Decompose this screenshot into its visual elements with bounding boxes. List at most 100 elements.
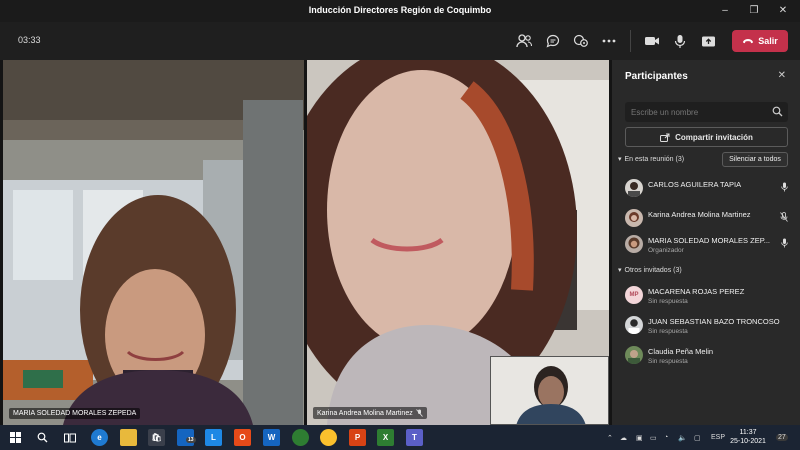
leave-button[interactable]: Salir <box>732 30 788 52</box>
invitee-row[interactable]: Claudia Peña Melin Sin respuesta <box>625 344 790 368</box>
chevron-down-icon: ▾ <box>618 156 622 163</box>
system-clock[interactable]: 11:37 25-10-2021 <box>730 428 766 446</box>
app-l-icon[interactable]: L <box>205 429 222 446</box>
invitee-status: Sin respuesta <box>648 298 688 305</box>
avatar <box>625 179 643 197</box>
chat-icon <box>546 34 560 48</box>
language-indicator[interactable]: ESP <box>711 434 725 441</box>
maximize-button[interactable]: ❐ <box>743 2 765 20</box>
volume-icon[interactable]: 🔈 <box>678 434 687 442</box>
breakout-rooms-button[interactable] <box>571 31 591 51</box>
chrome-profile-icon[interactable] <box>320 429 337 446</box>
tray-app-icon[interactable]: ▣ <box>636 434 643 442</box>
participant-search <box>625 102 788 123</box>
invitee-row[interactable]: JUAN SEBASTIAN BAZO TRONCOSO Sin respues… <box>625 314 790 338</box>
in-meeting-section-label: En esta reunión (3) <box>624 155 685 163</box>
windows-taskbar: e 🛍 13 L O W P X T ⌃ ☁ ▣ ▭ ◔ 🔈 ▢ ESP 11:… <box>0 425 800 450</box>
video-tile-karina[interactable]: Karina Andrea Molina Martinez <box>307 60 609 425</box>
start-button[interactable] <box>7 429 24 446</box>
store-icon[interactable]: 🛍 <box>148 429 165 446</box>
self-view-video[interactable] <box>490 356 609 425</box>
windows-logo-icon <box>10 432 21 443</box>
close-panel-button[interactable]: ✕ <box>778 70 786 81</box>
taskbar-search-button[interactable] <box>34 429 51 446</box>
invitee-status: Sin respuesta <box>648 328 688 335</box>
share-invite-button[interactable]: Compartir invitación <box>625 127 788 147</box>
notification-badge[interactable]: 27 <box>776 434 788 441</box>
avatar <box>625 316 643 334</box>
cloud-icon[interactable]: ☁ <box>620 434 627 442</box>
battery-icon[interactable]: ▭ <box>650 434 657 442</box>
hang-up-icon <box>743 39 754 44</box>
camera-button[interactable] <box>642 31 662 51</box>
name-tag-maria: MARIA SOLEDAD MORALES ZEPEDA <box>9 408 141 419</box>
participant-row[interactable]: Karina Andrea Molina Martinez <box>625 207 790 231</box>
search-icon <box>37 432 48 443</box>
invitee-name: Claudia Peña Melin <box>648 347 714 356</box>
network-icon[interactable]: ◔ <box>664 434 668 441</box>
more-actions-button[interactable] <box>599 31 619 51</box>
mic-muted-icon <box>780 212 788 222</box>
self-view-feed <box>491 357 608 424</box>
meeting-timer: 03:33 <box>18 35 41 45</box>
microphone-button[interactable] <box>670 31 690 51</box>
task-view-button[interactable] <box>61 429 78 446</box>
invitee-name: MACARENA ROJAS PEREZ <box>648 287 745 296</box>
window-titlebar: Inducción Directores Región de Coquimbo … <box>0 0 800 22</box>
breakout-rooms-icon <box>573 34 588 47</box>
minimize-button[interactable]: – <box>714 2 736 20</box>
video-tile-maria[interactable]: MARIA SOLEDAD MORALES ZEPEDA <box>3 60 304 425</box>
microphone-icon <box>781 182 788 192</box>
panel-title: Participantes <box>625 71 688 82</box>
file-explorer-icon[interactable] <box>120 429 137 446</box>
meeting-toolbar: 03:33 Salir <box>0 22 800 60</box>
mail-icon[interactable]: 13 <box>177 429 196 446</box>
share-screen-button[interactable] <box>698 31 718 51</box>
clock-date: 25-10-2021 <box>730 438 766 445</box>
share-icon <box>660 133 670 142</box>
participant-name: Karina Andrea Molina Martinez <box>648 210 751 219</box>
microphone-icon <box>781 238 788 248</box>
name-tag-maria-label: MARIA SOLEDAD MORALES ZEPEDA <box>13 410 137 417</box>
participant-name: MARIA SOLEDAD MORALES ZEP... <box>648 236 770 245</box>
microphone-icon <box>674 34 686 48</box>
window-title: Inducción Directores Región de Coquimbo <box>308 5 492 15</box>
others-section-toggle[interactable]: ▾ Otros invitados (3) <box>618 266 682 275</box>
chevron-down-icon: ▾ <box>618 267 622 274</box>
people-icon <box>516 34 532 48</box>
participant-role: Organizador <box>648 247 684 254</box>
clock-time: 11:37 <box>739 429 757 436</box>
others-section-label: Otros invitados (3) <box>624 266 682 274</box>
powerpoint-icon[interactable]: P <box>349 429 366 446</box>
teams-icon[interactable]: T <box>406 429 423 446</box>
mute-all-button[interactable]: Silenciar a todos <box>722 152 788 167</box>
name-tag-karina-label: Karina Andrea Molina Martinez <box>317 409 413 417</box>
invitee-name: JUAN SEBASTIAN BAZO TRONCOSO <box>648 317 780 326</box>
word-icon[interactable]: W <box>263 429 280 446</box>
tray-chevron-icon[interactable]: ⌃ <box>607 434 613 442</box>
invitee-row[interactable]: MP MACARENA ROJAS PEREZ Sin respuesta <box>625 284 790 308</box>
participants-button[interactable] <box>514 31 534 51</box>
avatar <box>625 346 643 364</box>
in-meeting-section-toggle[interactable]: ▾ En esta reunión (3) <box>618 155 685 164</box>
invitee-status: Sin respuesta <box>648 358 688 365</box>
video-stage: MARIA SOLEDAD MORALES ZEPEDA Karina Andr… <box>0 60 612 425</box>
camera-icon <box>645 37 659 45</box>
name-tag-karina: Karina Andrea Molina Martinez <box>313 407 427 419</box>
participant-search-input[interactable] <box>625 102 765 123</box>
avatar <box>625 235 643 253</box>
avatar <box>625 209 643 227</box>
meet-now-icon[interactable]: ▢ <box>694 434 701 442</box>
excel-icon[interactable]: X <box>377 429 394 446</box>
edge-icon[interactable]: e <box>91 429 108 446</box>
close-window-button[interactable]: ✕ <box>772 2 794 20</box>
participant-row[interactable]: CARLOS AGUILERA TAPIA <box>625 177 790 201</box>
chrome-icon[interactable] <box>292 429 309 446</box>
chat-button[interactable] <box>543 31 563 51</box>
search-icon <box>772 106 783 117</box>
mic-muted-icon <box>415 409 423 417</box>
task-view-icon <box>63 433 76 442</box>
participant-name: CARLOS AGUILERA TAPIA <box>648 180 742 189</box>
office-icon[interactable]: O <box>234 429 251 446</box>
participant-row[interactable]: MARIA SOLEDAD MORALES ZEP... Organizador <box>625 233 790 257</box>
